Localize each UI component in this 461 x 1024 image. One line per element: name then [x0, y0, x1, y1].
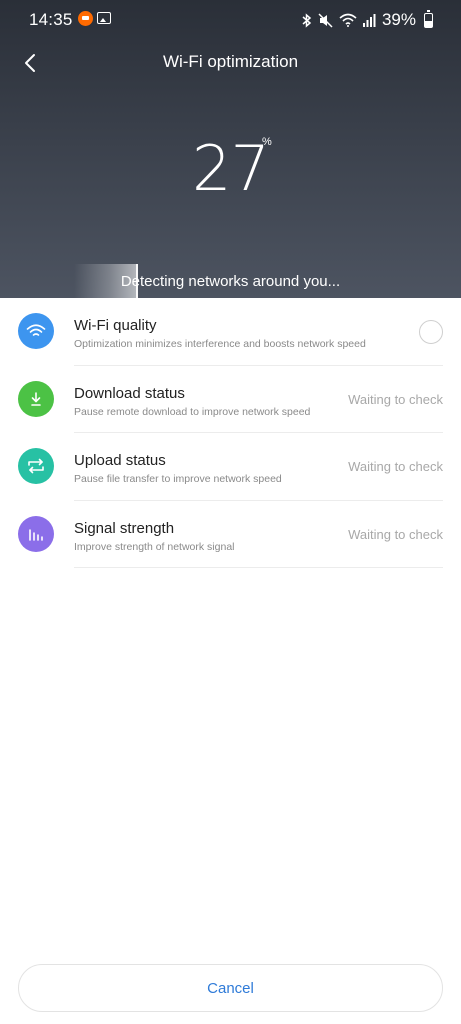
- app-notification-icon: [78, 11, 93, 26]
- check-status: Waiting to check: [348, 526, 443, 542]
- loading-spinner-icon: [419, 320, 443, 344]
- optimization-header: 14:35 39% Wi-Fi optimization 27 % Detect…: [0, 0, 461, 298]
- bluetooth-icon: [302, 12, 312, 28]
- check-title: Download status: [74, 384, 185, 402]
- signal-bars-icon: [18, 515, 54, 552]
- wifi-status-icon: [339, 13, 357, 27]
- detecting-text: Detecting networks around you...: [120, 273, 341, 290]
- wifi-icon: [18, 313, 54, 349]
- transfer-icon: [18, 448, 54, 484]
- check-status: Waiting to check: [348, 459, 443, 474]
- check-subtitle: Optimization minimizes interference and …: [74, 338, 366, 350]
- battery-percent: 39%: [381, 10, 416, 29]
- divider: [74, 567, 443, 568]
- gallery-notification-icon: [97, 12, 111, 24]
- progress-unit: %: [262, 136, 272, 148]
- progress-readout: 27 %: [0, 132, 461, 205]
- check-subtitle: Pause remote download to improve network…: [74, 405, 311, 418]
- mute-icon: [318, 12, 333, 28]
- check-item-upload-status: Upload status Pause file transfer to imp…: [0, 433, 461, 501]
- check-list: Wi-Fi quality Optimization minimizes int…: [0, 298, 461, 568]
- check-item-wifi-quality: Wi-Fi quality Optimization minimizes int…: [0, 298, 461, 366]
- cancel-button[interactable]: Cancel: [18, 964, 443, 1012]
- check-subtitle: Pause file transfer to improve network s…: [74, 473, 282, 485]
- status-bar: 14:35 39%: [0, 0, 461, 40]
- check-title: Upload status: [74, 452, 166, 469]
- check-status: Waiting to check: [348, 391, 443, 407]
- check-title: Wi-Fi quality: [74, 317, 157, 334]
- check-item-signal-strength: Signal strength Improve strength of netw…: [0, 501, 461, 568]
- progress-value: 27: [192, 132, 270, 205]
- download-icon: [18, 380, 54, 417]
- status-icons: 39%: [302, 9, 433, 30]
- check-subtitle: Improve strength of network signal: [74, 540, 235, 553]
- page-title: Wi-Fi optimization: [162, 52, 299, 71]
- check-title: Signal strength: [74, 519, 175, 537]
- battery-icon: [424, 9, 433, 28]
- cell-signal-icon: [362, 13, 376, 27]
- status-time: 14:35: [29, 10, 73, 29]
- check-item-download-status: Download status Pause remote download to…: [0, 366, 461, 433]
